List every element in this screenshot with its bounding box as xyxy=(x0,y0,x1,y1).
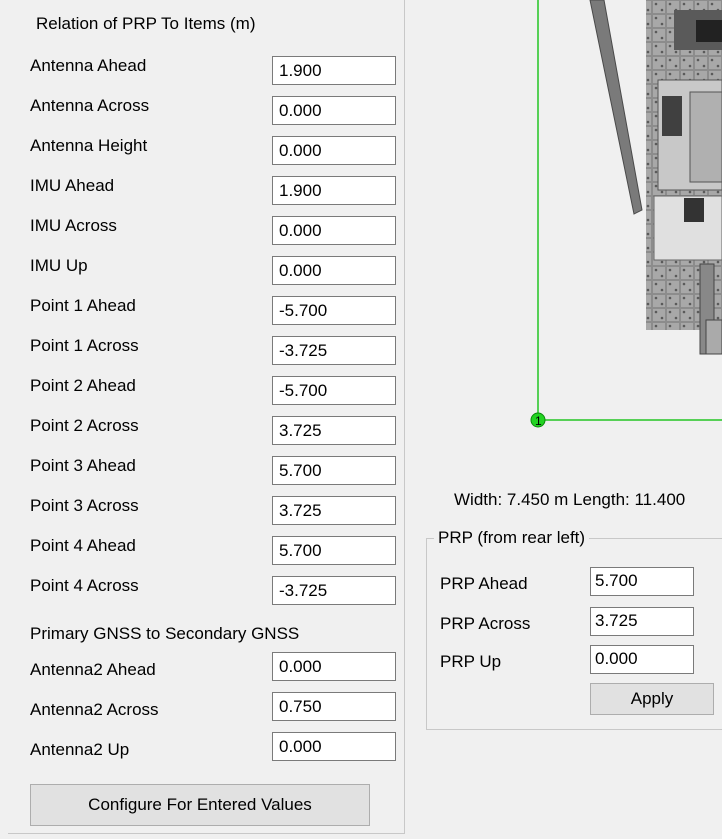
point-1-across-label: Point 1 Across xyxy=(30,336,139,355)
antenna-across-input[interactable]: 0.000 xyxy=(272,96,396,125)
vehicle-drawing: 1 xyxy=(530,0,722,428)
configure-button[interactable]: Configure For Entered Values xyxy=(30,784,370,826)
antenna2-across-label: Antenna2 Across xyxy=(30,700,159,719)
point-4-ahead-input[interactable]: 5.700 xyxy=(272,536,396,565)
prp-across-input[interactable]: 3.725 xyxy=(590,607,694,636)
imu-across-input[interactable]: 0.000 xyxy=(272,216,396,245)
vehicle-viewport[interactable]: 1 Width: 7.450 m Length: 11.400 xyxy=(414,0,722,520)
imu-ahead-input[interactable]: 1.900 xyxy=(272,176,396,205)
point-4-across-input[interactable]: -3.725 xyxy=(272,576,396,605)
point-3-ahead-input[interactable]: 5.700 xyxy=(272,456,396,485)
prp-up-input[interactable]: 0.000 xyxy=(590,645,694,674)
antenna2-ahead-input[interactable]: 0.000 xyxy=(272,652,396,681)
imu-up-label: IMU Up xyxy=(30,256,88,275)
antenna-across-label: Antenna Across xyxy=(30,96,150,115)
point-3-across-input[interactable]: 3.725 xyxy=(272,496,396,525)
point-1-across-input[interactable]: -3.725 xyxy=(272,336,396,365)
prp-ahead-input[interactable]: 5.700 xyxy=(590,567,694,596)
point-4-across-label: Point 4 Across xyxy=(30,576,139,595)
point-3-ahead-label: Point 3 Ahead xyxy=(30,456,136,475)
antenna-height-input[interactable]: 0.000 xyxy=(272,136,396,165)
imu-across-label: IMU Across xyxy=(30,216,117,235)
antenna2-across-input[interactable]: 0.750 xyxy=(272,692,396,721)
antenna2-up-label: Antenna2 Up xyxy=(30,740,130,759)
prp-ahead-label: PRP Ahead xyxy=(440,574,528,593)
section-title-prp-relation: Relation of PRP To Items (m) xyxy=(36,14,256,33)
prp-across-label: PRP Across xyxy=(440,614,531,633)
point-1-ahead-input[interactable]: -5.700 xyxy=(272,296,396,325)
apply-button[interactable]: Apply xyxy=(590,683,714,715)
antenna-ahead-label: Antenna Ahead xyxy=(30,56,147,75)
antenna-ahead-input[interactable]: 1.900 xyxy=(272,56,396,85)
point-2-ahead-label: Point 2 Ahead xyxy=(30,376,136,395)
dimensions-text: Width: 7.450 m Length: 11.400 xyxy=(454,490,686,509)
point-2-across-input[interactable]: 3.725 xyxy=(272,416,396,445)
point-2-across-label: Point 2 Across xyxy=(30,416,139,435)
imu-up-input[interactable]: 0.000 xyxy=(272,256,396,285)
prp-up-label: PRP Up xyxy=(440,652,502,671)
point-1-label: 1 xyxy=(535,414,542,428)
antenna-height-label: Antenna Height xyxy=(30,136,148,155)
antenna2-up-input[interactable]: 0.000 xyxy=(272,732,396,761)
point-1-ahead-label: Point 1 Ahead xyxy=(30,296,136,315)
imu-ahead-label: IMU Ahead xyxy=(30,176,115,195)
point-2-ahead-input[interactable]: -5.700 xyxy=(272,376,396,405)
point-4-ahead-label: Point 4 Ahead xyxy=(30,536,136,555)
prp-group-title: PRP (from rear left) xyxy=(434,528,590,548)
section-title-gnss: Primary GNSS to Secondary GNSS xyxy=(30,624,300,643)
antenna2-ahead-label: Antenna2 Ahead xyxy=(30,660,156,679)
point-3-across-label: Point 3 Across xyxy=(30,496,139,515)
